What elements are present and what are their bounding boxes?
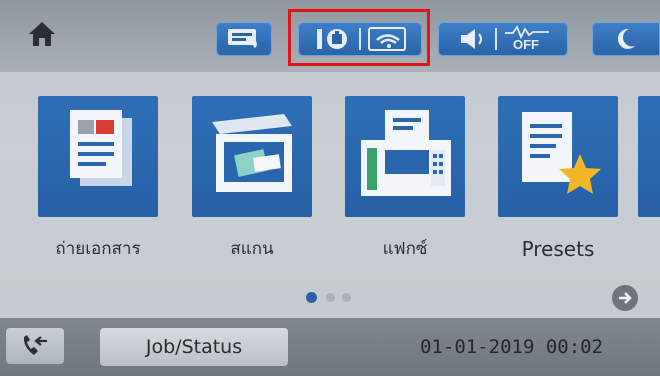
fax-tile-label: แฟกซ์	[382, 239, 428, 259]
next-page-button[interactable]	[612, 285, 638, 311]
presets-tile-label: Presets	[521, 237, 595, 261]
scanner-icon	[212, 114, 292, 192]
presets-star-icon	[522, 112, 601, 194]
quiet-mode-label: OFF	[513, 37, 539, 52]
copy-tile-label: ถ่ายเอกสาร	[55, 239, 141, 259]
fax-tile[interactable]	[345, 96, 465, 217]
quiet-mode-off-icon: OFF	[503, 25, 551, 53]
ink-levels-icon	[228, 29, 257, 48]
fax-machine-icon	[361, 110, 451, 196]
copy-document-icon	[70, 110, 132, 186]
date-time-display: 01-01-2019 00:02	[420, 336, 604, 358]
page-dot-2	[326, 293, 335, 302]
scan-tile-label: สแกน	[230, 239, 274, 259]
phone-arrow-icon	[23, 335, 47, 355]
home-button[interactable]	[22, 16, 62, 52]
arrow-right-icon	[619, 292, 632, 304]
page-dot-1-active	[306, 292, 317, 303]
ink-levels-button[interactable]	[216, 22, 272, 56]
scan-tile[interactable]	[192, 96, 312, 217]
page-dot-3	[342, 293, 351, 302]
job-status-button[interactable]: Job/Status	[100, 328, 288, 366]
network-highlight-box	[288, 9, 430, 66]
home-icon	[29, 22, 55, 46]
sound-settings-button[interactable]: OFF	[438, 22, 568, 56]
sleep-button[interactable]	[592, 22, 660, 56]
presets-tile[interactable]	[498, 96, 618, 217]
sleep-moon-icon	[617, 28, 635, 49]
printer-control-panel: OFF ถ่ายเอกสาร สแกน แฟกซ์ Presets Job/St…	[0, 0, 660, 376]
next-tile-partial[interactable]	[638, 96, 660, 217]
separator	[495, 28, 497, 50]
fax-data-button[interactable]	[6, 328, 64, 364]
copy-tile[interactable]	[38, 96, 158, 217]
volume-icon	[461, 29, 482, 49]
